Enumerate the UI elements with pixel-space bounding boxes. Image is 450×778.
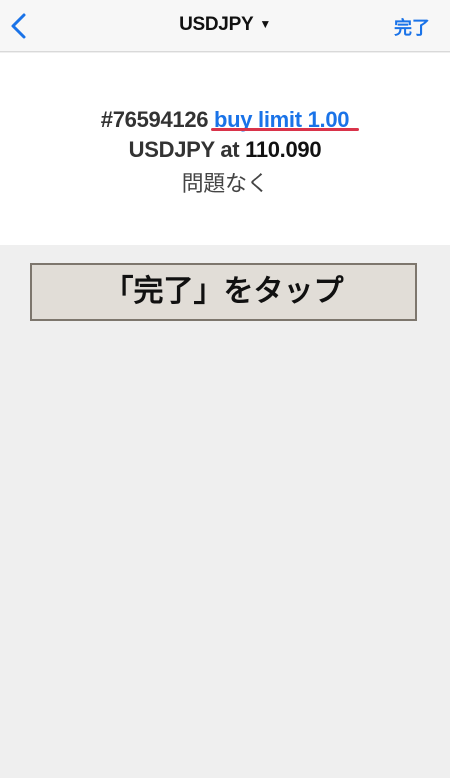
navigation-bar: USDJPY ▼ 完了 bbox=[0, 0, 450, 52]
dropdown-caret-icon: ▼ bbox=[259, 17, 271, 31]
order-price-line: USDJPY at 110.090 bbox=[0, 137, 450, 163]
instruction-callout: 「完了」をタップ bbox=[30, 263, 417, 321]
instruction-text: 「完了」をタップ bbox=[103, 274, 344, 309]
symbol-selector[interactable]: USDJPY ▼ bbox=[0, 14, 450, 36]
nav-title-text: USDJPY bbox=[179, 14, 254, 35]
order-result-panel: #76594126 buy limit 1.00 USDJPY at 110.0… bbox=[0, 53, 450, 245]
order-symbol: USDJPY at bbox=[128, 137, 240, 162]
done-button[interactable]: 完了 bbox=[394, 14, 430, 40]
order-id: #76594126 bbox=[100, 107, 209, 132]
order-price: 110.090 bbox=[245, 137, 322, 162]
order-status: 問題なく bbox=[181, 172, 269, 197]
highlight-underline bbox=[211, 128, 359, 131]
